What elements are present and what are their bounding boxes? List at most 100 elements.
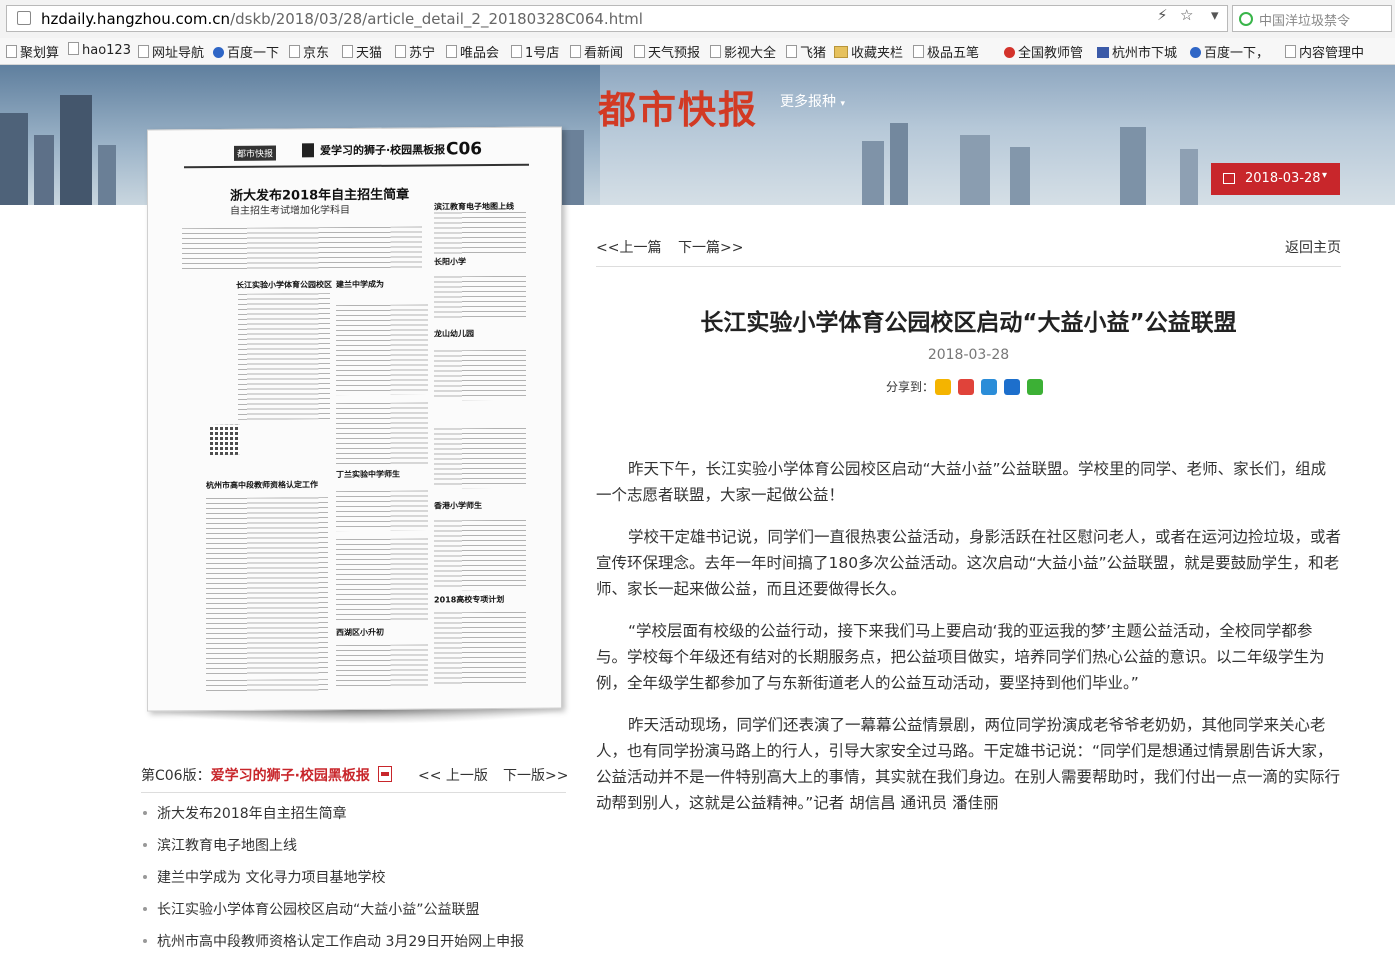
list-item-label: 滨江教育电子地图上线 [157, 838, 297, 854]
paper-column-heading: 长阳小学 [434, 257, 466, 267]
search-input[interactable]: 中国洋垃圾禁令 [1232, 5, 1392, 32]
bookmarks-bar: 聚划算 hao123 网址导航 百度一下 京东 天猫 苏宁 唯品会 1号店 看新… [0, 38, 1395, 65]
date-value: 2018-03-28 [1245, 171, 1321, 186]
page-icon [1285, 45, 1296, 58]
paper-text-block [434, 611, 526, 685]
list-item[interactable]: 长江实验小学体育公园校区启动“大益小益”公益联盟 [141, 899, 524, 931]
bookmark-item[interactable]: hao123 [68, 42, 131, 58]
lightning-icon[interactable]: ⚡ [1157, 6, 1168, 24]
building-shape [98, 145, 116, 205]
bullet-icon [143, 875, 147, 879]
bookmark-item[interactable]: 影视大全 [710, 42, 776, 61]
article-paragraph: 昨天下午，长江实验小学体育公园校区启动“大益小益”公益联盟。学校里的同学、老师、… [596, 460, 1327, 504]
paper-masthead: 都市快报 爱学习的狮子·校园黑板报 C06 [184, 135, 529, 169]
bookmark-folder[interactable]: 收藏夹栏 [834, 42, 903, 61]
bookmark-item[interactable]: 内容管理中 [1285, 42, 1364, 61]
paper-text-block [206, 497, 328, 677]
page-icon [913, 45, 924, 58]
bookmark-item[interactable]: 看新闻 [570, 42, 623, 61]
tencent-weibo-icon[interactable] [981, 379, 997, 395]
home-link[interactable]: 返回主页 [1285, 237, 1341, 257]
bookmark-item[interactable]: 聚划算 [6, 42, 59, 61]
list-item[interactable]: 杭州市高中段教师资格认定工作启动 3月29日开始网上申报 [141, 931, 524, 963]
site-logo[interactable]: 都市快报 [598, 79, 758, 134]
page-icon [68, 42, 79, 55]
bookmark-label: 京东 [303, 46, 330, 61]
building-shape [1120, 127, 1146, 205]
wechat-icon[interactable] [1027, 379, 1043, 395]
paper-column-heading: 2018高校专项计划 [434, 594, 505, 605]
paper-column-heading: 长江实验小学体育公园校区 [236, 280, 332, 290]
bookmark-item[interactable]: 全国教师管 [1004, 42, 1083, 61]
page-icon [6, 45, 17, 58]
paper-text-block [434, 349, 526, 401]
paper-brand: 都市快报 [234, 145, 277, 161]
building-shape [1010, 147, 1030, 205]
article-paragraph: 昨天活动现场，同学们还表演了一幕幕公益情景剧，两位同学扮演成老爷爷老奶奶，其他同… [596, 716, 1341, 812]
bookmark-label: 苏宁 [409, 46, 436, 61]
bookmark-label: 看新闻 [584, 46, 624, 61]
article-list: 浙大发布2018年自主招生简章 滨江教育电子地图上线 建兰中学成为 文化寻力项目… [141, 803, 524, 963]
list-item[interactable]: 滨江教育电子地图上线 [141, 835, 524, 867]
bookmark-item[interactable]: 百度一下 [213, 42, 279, 61]
page-icon [17, 11, 31, 25]
list-item-label: 长江实验小学体育公园校区启动“大益小益”公益联盟 [157, 902, 480, 918]
paper-text-block [434, 519, 526, 591]
next-article-link[interactable]: 下一篇>> [678, 237, 743, 257]
paper-edition-code: C06 [446, 139, 483, 160]
pdf-icon[interactable] [378, 766, 392, 782]
date-picker-button[interactable]: 2018-03-28 ▾ [1211, 163, 1340, 195]
bookmark-label: 影视大全 [724, 46, 777, 61]
list-item[interactable]: 建兰中学成为 文化寻力项目基地学校 [141, 867, 524, 899]
paper-column-heading: 杭州市高中段教师资格认定工作 [206, 480, 318, 491]
red-circle-icon [1004, 47, 1015, 58]
url-text[interactable]: hzdaily.hangzhou.com.cn/dskb/2018/03/28/… [41, 10, 643, 28]
paper-text-block [206, 679, 328, 693]
prev-edition-link[interactable]: << 上一版 [418, 765, 488, 785]
url-path: /dskb/2018/03/28/article_detail_2_201803… [230, 10, 643, 28]
bullet-icon [143, 843, 147, 847]
bookmark-item[interactable]: 京东 [289, 42, 329, 61]
dropdown-arrow-icon[interactable]: ▾ [1211, 6, 1219, 24]
bookmark-label: 百度一下 [227, 46, 280, 61]
bookmark-label: hao123 [82, 43, 131, 58]
bookmark-item[interactable]: 天猫 [342, 42, 382, 61]
edition-name[interactable]: 爱学习的狮子·校园黑板报 [211, 768, 370, 784]
bookmark-item[interactable]: 网址导航 [138, 42, 204, 61]
bookmark-item[interactable]: 天气预报 [634, 42, 700, 61]
list-item[interactable]: 浙大发布2018年自主招生简章 [141, 803, 524, 835]
prev-article-link[interactable]: <<上一篇 [596, 237, 661, 257]
article-title: 长江实验小学体育公园校区启动“大益小益”公益联盟 [700, 310, 1237, 336]
k-logo-icon [302, 143, 314, 158]
page-icon [634, 45, 645, 58]
renren-icon[interactable] [1004, 379, 1020, 395]
bookmark-item[interactable]: 极品五笔 [913, 42, 979, 61]
bookmark-item[interactable]: 百度一下， [1190, 42, 1269, 61]
building-shape [0, 113, 28, 205]
next-edition-link[interactable]: 下一版>> [503, 765, 568, 785]
qr-code-pattern [210, 424, 240, 456]
paper-text-block [238, 293, 330, 420]
more-papers-menu[interactable]: 更多报种 ▾ [780, 91, 845, 111]
divider [596, 266, 1341, 267]
page-icon [289, 45, 300, 58]
paper-column-heading: 建兰中学成为 [336, 279, 384, 290]
bookmark-label: 杭州市下城 [1112, 46, 1178, 61]
bookmark-item[interactable]: 苏宁 [395, 42, 435, 61]
paper-text-block [434, 275, 526, 321]
bookmark-label: 聚划算 [20, 46, 60, 61]
weibo-icon[interactable] [958, 379, 974, 395]
favorite-star-icon[interactable]: ☆ [1180, 6, 1193, 24]
bookmark-item[interactable]: 唯品会 [446, 42, 499, 61]
qzone-icon[interactable] [935, 379, 951, 395]
bookmark-item[interactable]: 1号店 [511, 42, 559, 61]
paper-text-block [434, 427, 526, 489]
bookmark-item[interactable]: 飞猪 [786, 42, 826, 61]
browser-address-bar: hzdaily.hangzhou.com.cn/dskb/2018/03/28/… [0, 0, 1395, 39]
bookmark-label: 全国教师管 [1018, 46, 1084, 61]
bookmark-item[interactable]: 杭州市下城 [1097, 42, 1177, 61]
bookmark-label: 百度一下， [1204, 46, 1270, 61]
newspaper-page-image[interactable]: 都市快报 爱学习的狮子·校园黑板报 C06 浙大发布2018年自主招生简章 自主… [147, 126, 562, 712]
url-field[interactable]: hzdaily.hangzhou.com.cn/dskb/2018/03/28/… [6, 5, 1228, 32]
list-item-label: 杭州市高中段教师资格认定工作启动 3月29日开始网上申报 [157, 934, 525, 950]
